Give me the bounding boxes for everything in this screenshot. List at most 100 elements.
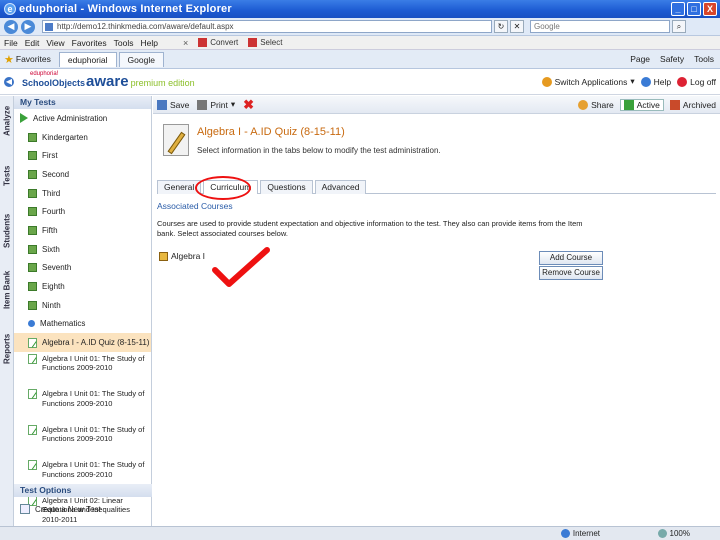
safety-menu[interactable]: Safety (660, 54, 684, 64)
archived-label: Archived (682, 100, 716, 110)
tab-advanced[interactable]: Advanced (314, 180, 367, 194)
app-logo[interactable]: eduphoria! SchoolObjects aware premium e… (22, 71, 195, 90)
zone-label: Internet (572, 529, 600, 538)
sidebar-folder[interactable]: Ninth (14, 296, 151, 315)
save-button[interactable]: Save (157, 99, 189, 110)
folder-icon (28, 282, 37, 292)
address-bar: ◀ ▶ http://demo12.thinkmedia.com/aware/d… (0, 18, 720, 36)
logoff-icon (677, 76, 688, 87)
sidebar-folder[interactable]: Seventh (14, 259, 151, 278)
close-window-button[interactable]: X (703, 2, 717, 16)
add-course-button[interactable]: Add Course (539, 251, 603, 265)
back-arrow-icon[interactable]: ◀ (4, 19, 18, 34)
browser-tab-eduphoria[interactable]: eduphorial (58, 51, 117, 67)
folder-icon (28, 225, 37, 235)
archived-button[interactable]: Archived (669, 99, 716, 111)
favorites-star-icon[interactable]: ★ (4, 53, 14, 66)
app-back-icon[interactable]: ◀ (4, 76, 14, 87)
sidebar-folder[interactable]: Sixth (14, 240, 151, 259)
create-test-link[interactable]: Create a New Test (14, 501, 152, 517)
delete-x-icon[interactable]: ✖ (243, 97, 254, 113)
search-icon[interactable]: ⌕ (672, 20, 686, 33)
sidebar-quiz[interactable]: Algebra I Unit 01: The Study of Function… (14, 387, 151, 423)
vertical-nav: Analyze Tests Students Item Bank Reports (0, 96, 14, 526)
menu-file[interactable]: File (4, 38, 18, 48)
select-button[interactable]: Select (248, 38, 282, 47)
sidebar-item-mathematics[interactable]: Mathematics (14, 315, 151, 334)
switch-applications-button[interactable]: Switch Applications ▾ (541, 76, 635, 87)
sidebar-item-label: Active Administration (33, 113, 108, 123)
tools-menu[interactable]: Tools (694, 54, 714, 64)
section-description: Courses are used to provide student expe… (157, 219, 583, 238)
red-checkmark-icon (212, 247, 270, 287)
menu-bar: File Edit View Favorites Tools Help × Co… (0, 36, 720, 50)
vtab-analyze[interactable]: Analyze (0, 96, 14, 146)
zoom-control[interactable]: 100% (657, 529, 690, 538)
help-icon (640, 76, 651, 87)
menu-favorites[interactable]: Favorites (72, 38, 107, 48)
course-item[interactable]: Algebra I (159, 251, 205, 261)
page-icon (45, 23, 53, 31)
red-circle-annotation (195, 176, 251, 200)
section-title: Associated Courses (157, 201, 233, 211)
print-button[interactable]: Print ▾ (197, 99, 235, 110)
window-titlebar: e eduphorial - Windows Internet Explorer… (0, 0, 720, 18)
menu-tools[interactable]: Tools (114, 38, 134, 48)
help-label: Help (653, 76, 672, 87)
sidebar-item-label: Algebra I Unit 01: The Study of Function… (42, 353, 145, 373)
tab-questions[interactable]: Questions (260, 180, 313, 194)
folder-icon (28, 188, 37, 198)
sidebar-item-label: Algebra I Unit 01: The Study of Function… (42, 460, 145, 479)
test-icon (28, 337, 37, 348)
forward-arrow-icon[interactable]: ▶ (21, 19, 35, 34)
page-menu[interactable]: Page (630, 54, 650, 64)
select-icon (248, 38, 258, 47)
sidebar-item-active-administration[interactable]: Active Administration (14, 109, 151, 128)
sidebar-item-label: Eighth (42, 282, 65, 292)
share-button[interactable]: Share (578, 99, 614, 111)
url-input[interactable]: http://demo12.thinkmedia.com/aware/defau… (42, 20, 492, 33)
sidebar-quiz-selected[interactable]: Algebra I - A.ID Quiz (8-15-11) (14, 333, 151, 352)
refresh-icon[interactable]: ↻ (494, 20, 508, 33)
stop-icon[interactable]: ✕ (510, 20, 524, 33)
logo-aware: aware (86, 73, 129, 90)
menu-view[interactable]: View (46, 38, 64, 48)
vtab-item-bank[interactable]: Item Bank (0, 264, 14, 316)
edit-test-icon (163, 124, 189, 156)
sidebar-folder[interactable]: Fourth (14, 202, 151, 221)
test-icon (28, 460, 37, 471)
sidebar-quiz[interactable]: Algebra I Unit 01: The Study of Function… (14, 352, 151, 388)
command-bar: Page Safety Tools (630, 54, 714, 64)
folder-icon (28, 300, 37, 310)
sidebar-folder[interactable]: Second (14, 165, 151, 184)
remove-course-button[interactable]: Remove Course (539, 266, 603, 280)
favorites-label[interactable]: Favorites (16, 54, 51, 64)
vtab-tests[interactable]: Tests (0, 151, 14, 201)
sidebar-item-label: Fifth (42, 225, 58, 235)
maximize-button[interactable]: □ (687, 2, 701, 16)
search-input[interactable]: Google (530, 20, 670, 33)
sidebar-quiz[interactable]: Algebra I Unit 01: The Study of Function… (14, 423, 151, 459)
menu-edit[interactable]: Edit (25, 38, 40, 48)
active-button[interactable]: Active (619, 99, 664, 111)
test-icon (28, 353, 37, 364)
sidebar-folder[interactable]: First (14, 146, 151, 165)
vtab-reports[interactable]: Reports (0, 324, 14, 374)
close-toolbar-icon[interactable]: × (183, 38, 188, 48)
help-button[interactable]: Help (640, 76, 672, 87)
sidebar-item-label: Kindergarten (42, 132, 88, 142)
menu-help[interactable]: Help (140, 38, 157, 48)
sidebar-folder[interactable]: Fifth (14, 221, 151, 240)
sidebar-folder[interactable]: Eighth (14, 277, 151, 296)
print-icon (197, 99, 208, 110)
convert-button[interactable]: Convert (198, 38, 238, 47)
sidebar-item-label: Ninth (42, 300, 61, 310)
logoff-button[interactable]: Log off (677, 76, 716, 87)
logo-edition: premium edition (130, 78, 195, 88)
minimize-button[interactable]: _ (671, 2, 685, 16)
browser-tab-google[interactable]: Google (118, 51, 164, 67)
sidebar-folder[interactable]: Kindergarten (14, 128, 151, 147)
sidebar-item-label: Algebra I Unit 01: The Study of Function… (42, 389, 145, 408)
sidebar-folder[interactable]: Third (14, 184, 151, 203)
vtab-students[interactable]: Students (0, 206, 14, 256)
